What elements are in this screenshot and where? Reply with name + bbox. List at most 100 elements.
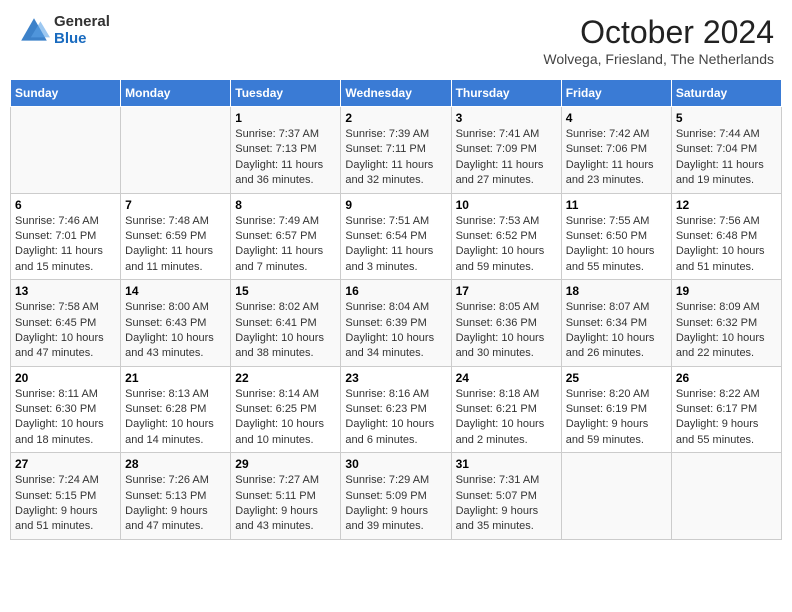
day-info: Sunrise: 8:05 AM Sunset: 6:36 PM Dayligh… [456, 300, 557, 362]
header-day: Friday [561, 80, 671, 107]
calendar-cell: 17 Sunrise: 8:05 AM Sunset: 6:36 PM Dayli… [451, 280, 561, 367]
day-number: 7 [125, 198, 226, 212]
calendar-body: 1 Sunrise: 7:37 AM Sunset: 7:13 PM Daylig… [11, 107, 782, 540]
calendar-cell: 4 Sunrise: 7:42 AM Sunset: 7:06 PM Daylig… [561, 107, 671, 194]
calendar-header: SundayMondayTuesdayWednesdayThursdayFrid… [11, 80, 782, 107]
calendar-cell: 15 Sunrise: 8:02 AM Sunset: 6:41 PM Dayli… [231, 280, 341, 367]
calendar-week-row: 6 Sunrise: 7:46 AM Sunset: 7:01 PM Daylig… [11, 193, 782, 280]
day-info: Sunrise: 8:00 AM Sunset: 6:43 PM Dayligh… [125, 300, 226, 362]
calendar-cell: 13Sunrise: 7:58 AM Sunset: 6:45 PM Dayli… [11, 280, 121, 367]
day-number: 28 [125, 457, 226, 471]
calendar-cell: 2Sunrise: 7:39 AM Sunset: 7:11 PM Daylig… [341, 107, 451, 194]
day-number: 23 [345, 371, 446, 385]
day-info: Sunrise: 8:07 AM Sunset: 6:34 PM Dayligh… [566, 300, 667, 362]
calendar-subtitle: Wolvega, Friesland, The Netherlands [543, 51, 774, 67]
title-block: October 2024 Wolvega, Friesland, The Net… [543, 14, 774, 67]
day-info: Sunrise: 8:20 AM Sunset: 6:19 PM Dayligh… [566, 387, 667, 449]
day-info: Sunrise: 7:29 AM Sunset: 5:09 PM Dayligh… [345, 473, 446, 535]
calendar-cell [121, 107, 231, 194]
day-info: Sunrise: 7:27 AM Sunset: 5:11 PM Dayligh… [235, 473, 336, 535]
day-info: Sunrise: 7:58 AM Sunset: 6:45 PM Dayligh… [15, 300, 116, 362]
calendar-cell: 6 Sunrise: 7:46 AM Sunset: 7:01 PM Daylig… [11, 193, 121, 280]
day-number: 25 [566, 371, 667, 385]
calendar-cell: 22 Sunrise: 8:14 AM Sunset: 6:25 PM Dayli… [231, 366, 341, 453]
day-info: Sunrise: 7:51 AM Sunset: 6:54 PM Dayligh… [345, 214, 446, 276]
day-number: 30 [345, 457, 446, 471]
day-number: 31 [456, 457, 557, 471]
calendar-cell: 28 Sunrise: 7:26 AM Sunset: 5:13 PM Dayli… [121, 453, 231, 540]
day-number: 9 [345, 198, 446, 212]
day-number: 6 [15, 198, 116, 212]
calendar-week-row: 13Sunrise: 7:58 AM Sunset: 6:45 PM Dayli… [11, 280, 782, 367]
calendar-cell: 19 Sunrise: 8:09 AM Sunset: 6:32 PM Dayli… [671, 280, 781, 367]
calendar-cell: 24Sunrise: 8:18 AM Sunset: 6:21 PM Dayli… [451, 366, 561, 453]
day-info: Sunrise: 7:48 AM Sunset: 6:59 PM Dayligh… [125, 214, 226, 276]
day-info: Sunrise: 7:24 AM Sunset: 5:15 PM Dayligh… [15, 473, 116, 535]
calendar-cell: 25 Sunrise: 8:20 AM Sunset: 6:19 PM Dayli… [561, 366, 671, 453]
logo-general-text: General [54, 14, 110, 31]
calendar-cell: 16Sunrise: 8:04 AM Sunset: 6:39 PM Dayli… [341, 280, 451, 367]
page-header: General Blue October 2024 Wolvega, Fries… [10, 10, 782, 71]
calendar-cell: 3Sunrise: 7:41 AM Sunset: 7:09 PM Daylig… [451, 107, 561, 194]
calendar-cell [561, 453, 671, 540]
day-number: 14 [125, 284, 226, 298]
header-day: Saturday [671, 80, 781, 107]
calendar-cell: 9 Sunrise: 7:51 AM Sunset: 6:54 PM Daylig… [341, 193, 451, 280]
day-number: 17 [456, 284, 557, 298]
day-info: Sunrise: 7:53 AM Sunset: 6:52 PM Dayligh… [456, 214, 557, 276]
day-number: 24 [456, 371, 557, 385]
day-number: 22 [235, 371, 336, 385]
calendar-week-row: 27 Sunrise: 7:24 AM Sunset: 5:15 PM Dayli… [11, 453, 782, 540]
header-day: Sunday [11, 80, 121, 107]
calendar-cell: 12Sunrise: 7:56 AM Sunset: 6:48 PM Dayli… [671, 193, 781, 280]
day-number: 27 [15, 457, 116, 471]
calendar-cell: 26Sunrise: 8:22 AM Sunset: 6:17 PM Dayli… [671, 366, 781, 453]
calendar-week-row: 1 Sunrise: 7:37 AM Sunset: 7:13 PM Daylig… [11, 107, 782, 194]
calendar-cell: 5 Sunrise: 7:44 AM Sunset: 7:04 PM Daylig… [671, 107, 781, 194]
calendar-cell: 31Sunrise: 7:31 AM Sunset: 5:07 PM Dayli… [451, 453, 561, 540]
day-info: Sunrise: 7:46 AM Sunset: 7:01 PM Dayligh… [15, 214, 116, 276]
day-number: 18 [566, 284, 667, 298]
day-info: Sunrise: 7:49 AM Sunset: 6:57 PM Dayligh… [235, 214, 336, 276]
calendar-cell: 21Sunrise: 8:13 AM Sunset: 6:28 PM Dayli… [121, 366, 231, 453]
day-info: Sunrise: 7:55 AM Sunset: 6:50 PM Dayligh… [566, 214, 667, 276]
calendar-week-row: 20Sunrise: 8:11 AM Sunset: 6:30 PM Dayli… [11, 366, 782, 453]
day-info: Sunrise: 7:42 AM Sunset: 7:06 PM Dayligh… [566, 127, 667, 189]
calendar-cell: 27 Sunrise: 7:24 AM Sunset: 5:15 PM Dayli… [11, 453, 121, 540]
calendar-cell: 14 Sunrise: 8:00 AM Sunset: 6:43 PM Dayli… [121, 280, 231, 367]
calendar-cell: 30 Sunrise: 7:29 AM Sunset: 5:09 PM Dayli… [341, 453, 451, 540]
day-number: 10 [456, 198, 557, 212]
day-info: Sunrise: 7:56 AM Sunset: 6:48 PM Dayligh… [676, 214, 777, 276]
calendar-cell: 18 Sunrise: 8:07 AM Sunset: 6:34 PM Dayli… [561, 280, 671, 367]
day-info: Sunrise: 7:26 AM Sunset: 5:13 PM Dayligh… [125, 473, 226, 535]
calendar-title: October 2024 [543, 14, 774, 51]
calendar-cell: 7 Sunrise: 7:48 AM Sunset: 6:59 PM Daylig… [121, 193, 231, 280]
day-info: Sunrise: 7:41 AM Sunset: 7:09 PM Dayligh… [456, 127, 557, 189]
day-number: 15 [235, 284, 336, 298]
day-number: 1 [235, 111, 336, 125]
day-info: Sunrise: 7:37 AM Sunset: 7:13 PM Dayligh… [235, 127, 336, 189]
day-number: 8 [235, 198, 336, 212]
day-info: Sunrise: 7:44 AM Sunset: 7:04 PM Dayligh… [676, 127, 777, 189]
header-day: Thursday [451, 80, 561, 107]
day-number: 26 [676, 371, 777, 385]
day-number: 19 [676, 284, 777, 298]
logo-icon [18, 15, 50, 47]
logo-blue-text: Blue [54, 31, 110, 48]
day-number: 20 [15, 371, 116, 385]
day-info: Sunrise: 8:14 AM Sunset: 6:25 PM Dayligh… [235, 387, 336, 449]
day-info: Sunrise: 7:39 AM Sunset: 7:11 PM Dayligh… [345, 127, 446, 189]
calendar-cell: 1 Sunrise: 7:37 AM Sunset: 7:13 PM Daylig… [231, 107, 341, 194]
calendar-cell: 20Sunrise: 8:11 AM Sunset: 6:30 PM Dayli… [11, 366, 121, 453]
calendar-cell: 23Sunrise: 8:16 AM Sunset: 6:23 PM Dayli… [341, 366, 451, 453]
logo-text: General Blue [54, 14, 110, 47]
day-number: 4 [566, 111, 667, 125]
calendar-cell: 8 Sunrise: 7:49 AM Sunset: 6:57 PM Daylig… [231, 193, 341, 280]
day-info: Sunrise: 8:02 AM Sunset: 6:41 PM Dayligh… [235, 300, 336, 362]
header-day: Wednesday [341, 80, 451, 107]
day-info: Sunrise: 8:09 AM Sunset: 6:32 PM Dayligh… [676, 300, 777, 362]
day-info: Sunrise: 8:04 AM Sunset: 6:39 PM Dayligh… [345, 300, 446, 362]
logo: General Blue [18, 14, 110, 47]
day-number: 5 [676, 111, 777, 125]
calendar-cell: 10 Sunrise: 7:53 AM Sunset: 6:52 PM Dayli… [451, 193, 561, 280]
